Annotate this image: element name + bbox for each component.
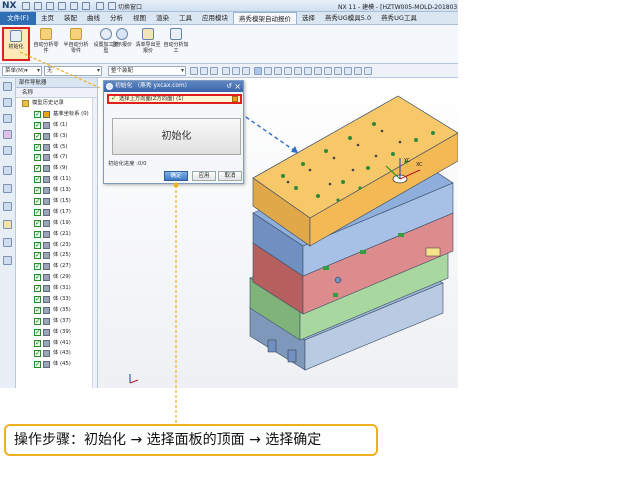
callout-overlay xyxy=(19,51,179,424)
instruction-callout: 操作步骤：初始化 → 选择面板的顶面 → 选择确定 xyxy=(4,424,378,456)
nx-app-window: NX 切换窗口 NX 11 - 建模 - [HZTW005-MOLD-20180… xyxy=(0,0,640,480)
